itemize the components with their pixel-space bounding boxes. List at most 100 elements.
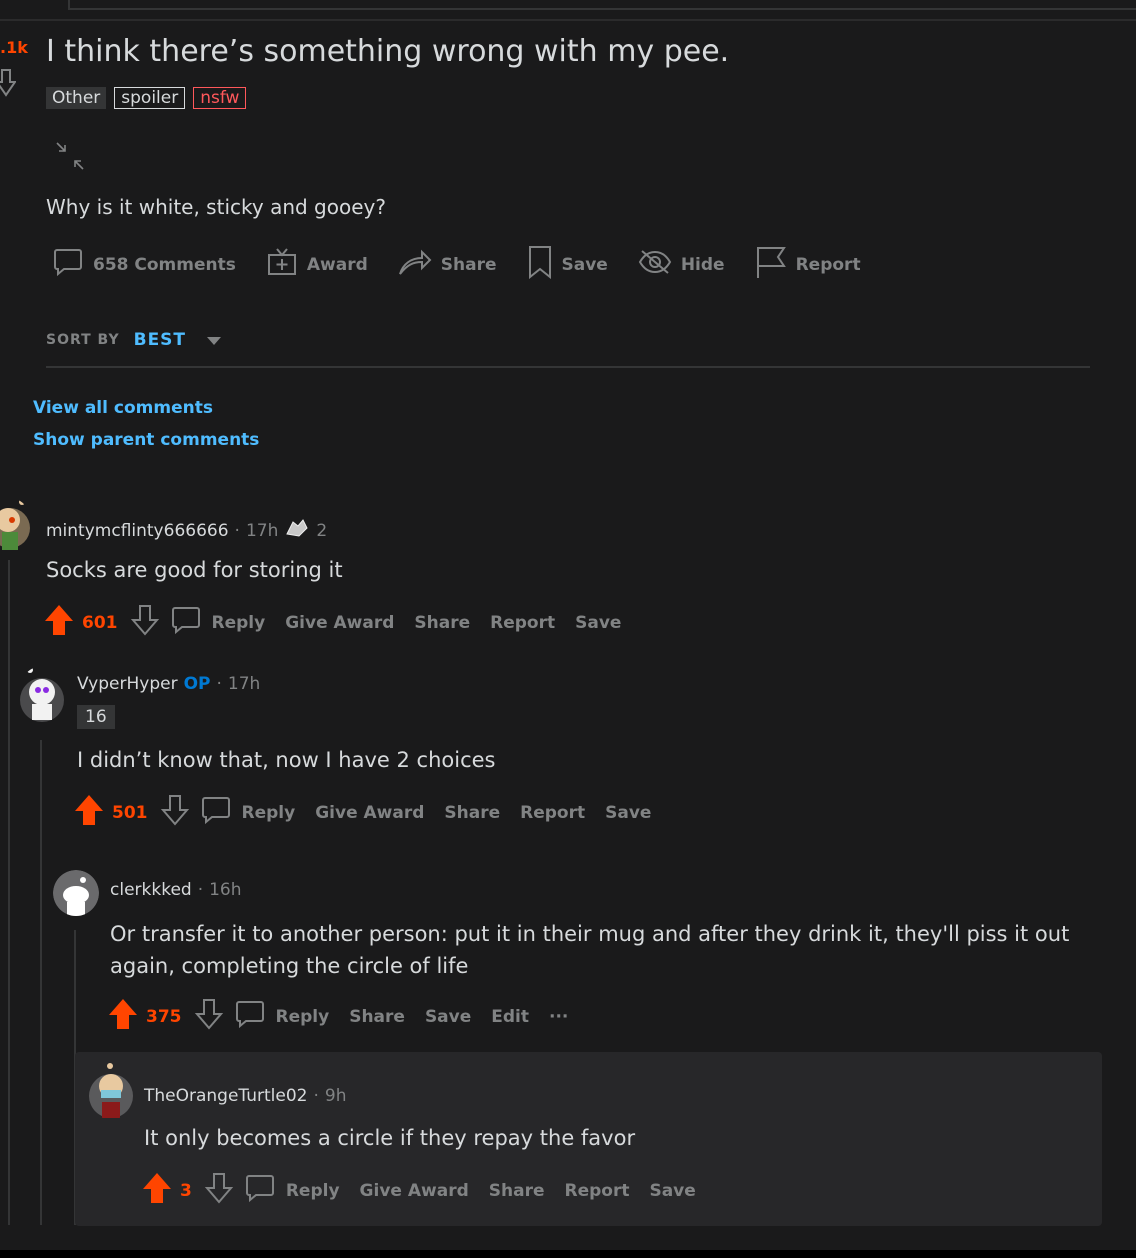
downvote-icon[interactable]	[204, 1172, 234, 1209]
comment-icon	[244, 1172, 276, 1209]
flair-nsfw: nsfw	[193, 87, 247, 109]
comment-author[interactable]: VyperHyper	[77, 674, 178, 694]
comment-text: Socks are good for storing it	[46, 558, 343, 582]
post-title: I think there’s something wrong with my …	[46, 34, 730, 69]
flair-other[interactable]: Other	[46, 87, 107, 109]
share-button[interactable]: Share	[349, 1007, 405, 1027]
eye-slash-icon	[638, 248, 672, 281]
give-award-button[interactable]: Give Award	[315, 803, 424, 823]
comment-text: Or transfer it to another person: put it…	[110, 922, 1070, 978]
avatar[interactable]	[0, 498, 32, 552]
save-button[interactable]: Save	[605, 803, 651, 823]
view-all-comments-link[interactable]: View all comments	[33, 398, 213, 418]
comment-score: 375	[146, 1006, 182, 1027]
search-input-edge[interactable]	[68, 0, 1136, 10]
comment-author[interactable]: mintymcflinty666666	[46, 521, 229, 541]
post-body: Why is it white, sticky and gooey?	[46, 195, 386, 219]
edit-button[interactable]: Edit	[491, 1007, 529, 1027]
comment-author[interactable]: clerkkked	[110, 880, 192, 900]
comment-time[interactable]: 17h	[228, 674, 260, 694]
report-button[interactable]: Report	[490, 613, 555, 633]
award-count: 2	[316, 520, 328, 541]
save-button[interactable]: Save	[527, 245, 608, 284]
comments-button[interactable]: 658 Comments	[52, 246, 236, 283]
comment-text: I didn’t know that, now I have 2 choices	[77, 748, 496, 772]
award-label: Award	[306, 254, 368, 275]
report-button[interactable]: Report	[564, 1181, 629, 1201]
share-button[interactable]: Share	[444, 803, 500, 823]
flag-icon	[755, 245, 787, 284]
downvote-icon[interactable]	[130, 604, 160, 641]
comment-action-bar: 375 Reply Share Save Edit ···	[108, 998, 588, 1035]
sort-value[interactable]: BEST	[134, 330, 186, 350]
downvote-icon[interactable]	[194, 998, 224, 1035]
give-award-button[interactable]: Give Award	[285, 613, 394, 633]
comment-time[interactable]: 9h	[325, 1086, 347, 1106]
reply-button[interactable]: Reply	[170, 604, 266, 641]
sort-divider	[46, 366, 1090, 368]
comment-meta: clerkkked · 16h	[110, 880, 242, 900]
share-label: Share	[440, 254, 497, 275]
hide-button[interactable]: Hide	[638, 248, 725, 281]
report-button[interactable]: Report	[520, 803, 585, 823]
report-button[interactable]: Report	[755, 245, 861, 284]
reply-button[interactable]: Reply	[234, 998, 330, 1035]
avatar[interactable]	[53, 870, 99, 916]
comment-action-bar: 601 Reply Give Award Share Report Save	[44, 604, 641, 641]
op-badge: OP	[183, 674, 211, 694]
reply-label: Reply	[211, 612, 266, 633]
share-icon	[398, 246, 432, 283]
avatar[interactable]	[88, 1062, 134, 1120]
report-label: Report	[795, 254, 861, 275]
collapse-icon[interactable]	[55, 141, 85, 175]
save-button[interactable]: Save	[425, 1007, 471, 1027]
downvote-icon[interactable]	[0, 68, 17, 102]
avatar[interactable]	[18, 666, 66, 724]
comment-icon	[200, 794, 232, 831]
bottom-edge	[0, 1250, 1136, 1258]
upvote-icon[interactable]	[44, 604, 74, 641]
thread-line-2[interactable]	[40, 740, 42, 1225]
top-bar	[0, 0, 1136, 22]
comment-author[interactable]: TheOrangeTurtle02	[144, 1086, 307, 1106]
award-button[interactable]: Award	[266, 246, 368, 283]
user-flair-badge: 16	[77, 705, 115, 729]
upvote-icon[interactable]	[142, 1172, 172, 1209]
give-award-button[interactable]: Give Award	[360, 1181, 469, 1201]
share-button[interactable]: Share	[398, 246, 497, 283]
post-action-bar: 658 Comments Award Share Save Hide Repor…	[52, 245, 891, 284]
more-options-icon[interactable]: ···	[549, 1007, 568, 1027]
comment-meta: VyperHyper OP · 17h	[77, 674, 261, 694]
caret-down-icon[interactable]	[196, 331, 222, 350]
reply-button[interactable]: Reply	[200, 794, 296, 831]
flair-row: Other spoiler nsfw	[46, 87, 247, 109]
sort-label: SORT BY	[46, 332, 120, 348]
reply-label: Reply	[275, 1006, 330, 1027]
gift-icon	[266, 246, 298, 283]
downvote-icon[interactable]	[160, 794, 190, 831]
show-parent-comments-link[interactable]: Show parent comments	[33, 430, 259, 450]
header-divider	[0, 19, 1136, 21]
share-button[interactable]: Share	[489, 1181, 545, 1201]
award-hands-icon[interactable]	[284, 516, 310, 545]
comment-icon	[52, 246, 84, 283]
upvote-icon[interactable]	[74, 794, 104, 831]
sort-control[interactable]: SORT BY BEST	[46, 330, 222, 350]
share-button[interactable]: Share	[414, 613, 470, 633]
save-button[interactable]: Save	[649, 1181, 695, 1201]
hide-label: Hide	[680, 254, 725, 275]
comment-text: It only becomes a circle if they repay t…	[144, 1126, 636, 1150]
bookmark-icon	[527, 245, 553, 284]
reply-button[interactable]: Reply	[244, 1172, 340, 1209]
reply-label: Reply	[241, 802, 296, 823]
save-button[interactable]: Save	[575, 613, 621, 633]
upvote-icon[interactable]	[108, 998, 138, 1035]
comment-meta: TheOrangeTurtle02 · 9h	[144, 1086, 347, 1106]
comment-time[interactable]: 16h	[209, 880, 241, 900]
thread-line-1[interactable]	[8, 560, 10, 1225]
comment-meta: mintymcflinty666666 · 17h 2	[46, 516, 327, 545]
reply-label: Reply	[285, 1180, 340, 1201]
comment-time[interactable]: 17h	[246, 521, 278, 541]
comment-action-bar: 3 Reply Give Award Share Report Save	[142, 1172, 716, 1209]
comments-label: 658 Comments	[93, 254, 236, 275]
